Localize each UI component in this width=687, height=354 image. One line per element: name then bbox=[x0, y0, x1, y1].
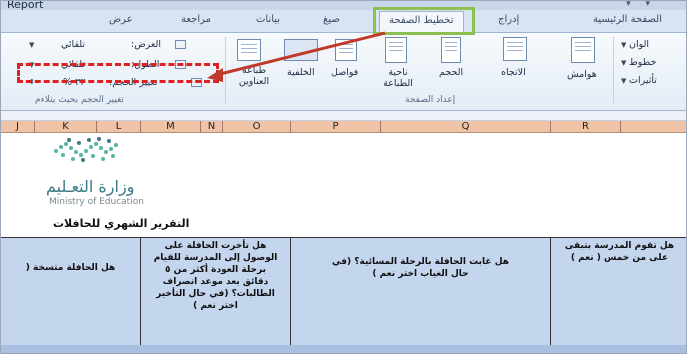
column-header[interactable]: L bbox=[97, 121, 141, 133]
ministry-name-english: Ministry of Education bbox=[49, 197, 144, 207]
question-cell[interactable]: هل تأخرت الحافلة على الوصول إلى المدرسة … bbox=[141, 238, 291, 346]
row-band bbox=[1, 345, 686, 353]
ministry-name-arabic: وزارة التعـليم bbox=[46, 177, 135, 196]
report-title: التقرير الشهري للحافلات bbox=[53, 217, 190, 230]
column-header[interactable]: N bbox=[201, 121, 223, 133]
column-header[interactable]: O bbox=[223, 121, 291, 133]
question-cell[interactable]: هل تقوم المدرسة بتبقى على من خمس ( نعم ) bbox=[551, 238, 686, 346]
excel-window: Report ▾ ▾ عرض مراجعة بيانات صيغ تخطيط ا… bbox=[0, 0, 687, 354]
question-header-row: هل الحافلة متسخة ( هل تأخرت الحافلة على … bbox=[1, 237, 686, 346]
column-header-row: J K L M N O P Q R bbox=[1, 121, 686, 133]
column-header[interactable]: Q bbox=[381, 121, 551, 133]
column-header[interactable]: P bbox=[291, 121, 381, 133]
column-header[interactable]: J bbox=[1, 121, 35, 133]
question-cell[interactable]: هل غابت الحافلة بالرحلة المسائية؟ (في حا… bbox=[291, 238, 551, 346]
formula-bar bbox=[1, 111, 686, 121]
column-header[interactable]: K bbox=[35, 121, 97, 133]
ministry-logo-icon bbox=[54, 137, 118, 162]
column-header[interactable]: M bbox=[141, 121, 201, 133]
column-header[interactable]: R bbox=[551, 121, 621, 133]
question-cell[interactable]: هل الحافلة متسخة ( bbox=[1, 238, 141, 346]
sheet-area[interactable]: وزارة التعـليم Ministry of Education الت… bbox=[1, 133, 686, 353]
